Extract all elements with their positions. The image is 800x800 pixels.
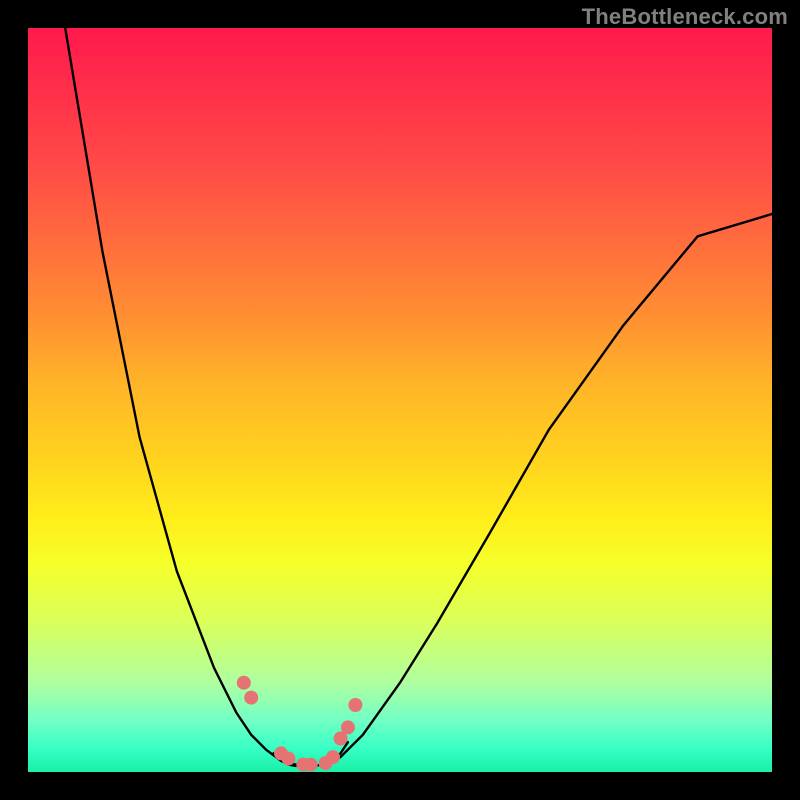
marker-point-7 xyxy=(326,750,340,764)
marker-point-9 xyxy=(341,720,355,734)
chart-frame: TheBottleneck.com xyxy=(0,0,800,800)
marker-point-1 xyxy=(244,691,258,705)
marker-point-10 xyxy=(348,698,362,712)
plot-area xyxy=(28,28,772,772)
watermark-text: TheBottleneck.com xyxy=(582,4,788,30)
marker-point-3 xyxy=(281,752,295,766)
series-left-curve xyxy=(65,28,296,766)
marker-point-0 xyxy=(237,676,251,690)
series-right-curve xyxy=(326,214,772,766)
marker-point-5 xyxy=(304,758,318,772)
marker-group xyxy=(237,676,363,772)
chart-svg xyxy=(28,28,772,772)
curve-group xyxy=(65,28,772,766)
